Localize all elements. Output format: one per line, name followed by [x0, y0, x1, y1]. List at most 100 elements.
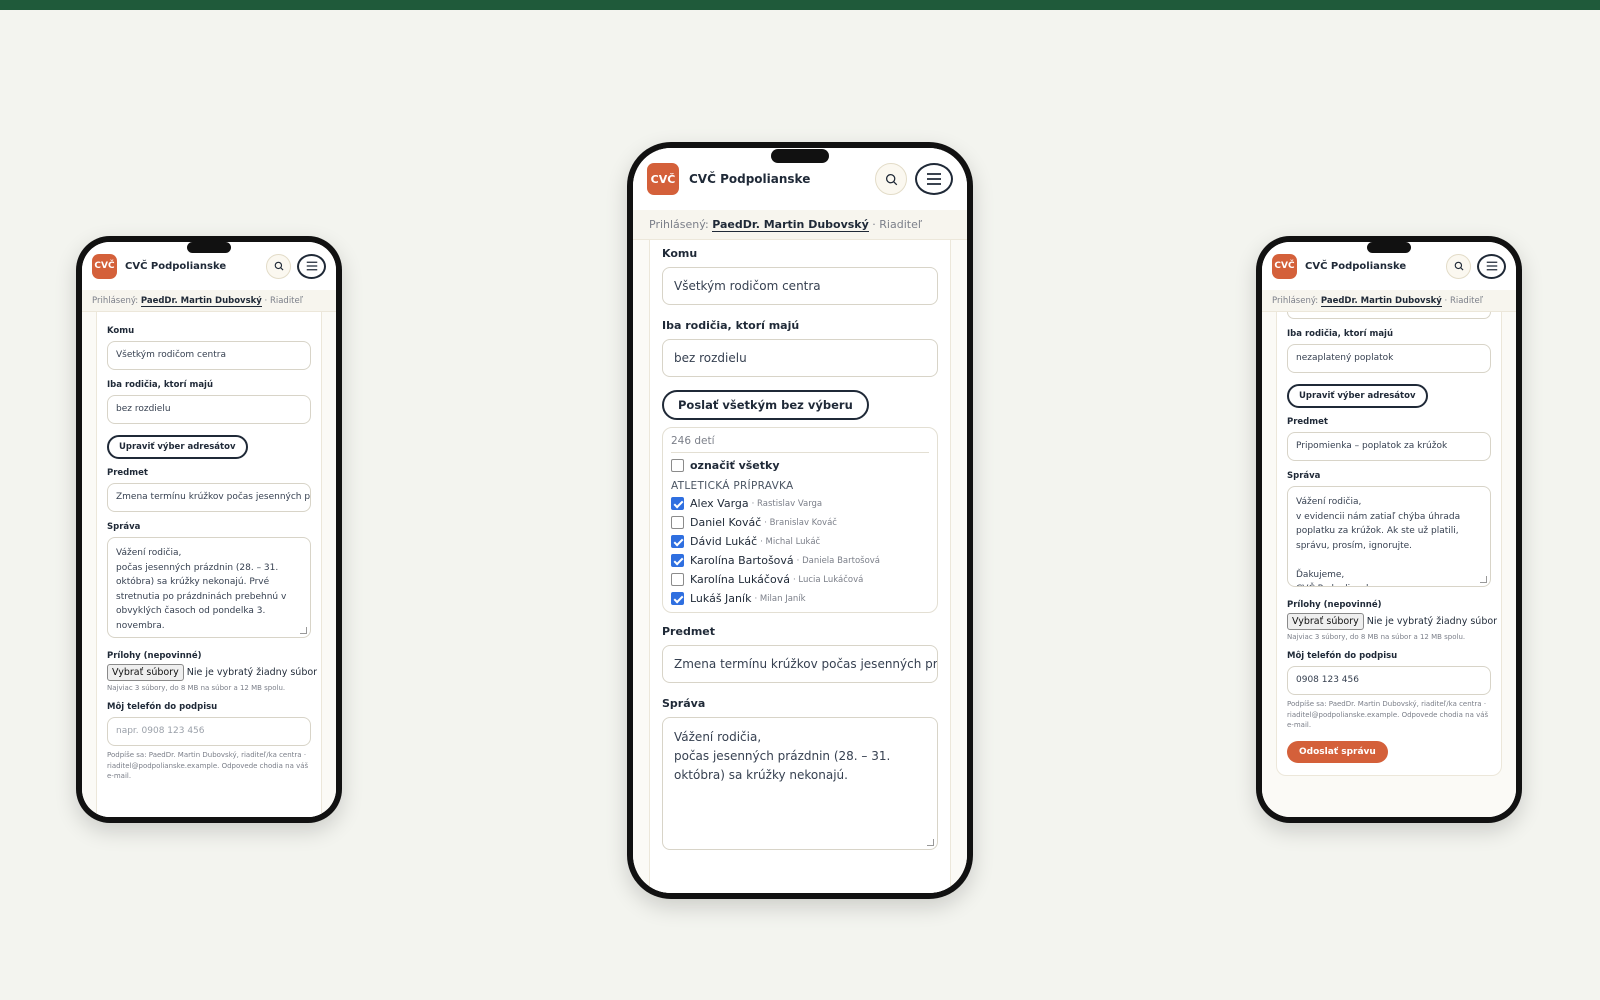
file-status: Nie je vybratý žiadny súbor	[186, 667, 318, 678]
child-checkbox[interactable]	[671, 516, 684, 529]
subject-input[interactable]: Zmena termínu krúžkov počas jesenných pr…	[662, 645, 938, 683]
child-name: Lukáš Janík	[690, 592, 752, 605]
group-title: ATLETICKÁ PRÍPRAVKA	[671, 480, 794, 492]
app-name: CVČ Podpolianske	[1305, 260, 1407, 272]
child-checkbox[interactable]	[671, 573, 684, 586]
login-bar: Prihlásený: PaedDr. Martin Dubovský · Ri…	[633, 210, 967, 240]
komu-select[interactable]	[1287, 312, 1491, 319]
filter-select[interactable]: bez rozdielu	[107, 395, 311, 424]
message-textarea[interactable]: Vážení rodičia, počas jesenných prázdnin…	[662, 717, 938, 850]
parent-name: · Daniela Bartošová	[796, 555, 881, 566]
choose-files-button[interactable]: Vybrať súbory	[1287, 613, 1364, 630]
menu-button[interactable]	[915, 163, 953, 195]
child-row[interactable]: Alex Varga · Rastislav Varga	[671, 494, 929, 513]
login-prefix: Prihlásený:	[649, 218, 709, 231]
login-user-link[interactable]: PaedDr. Martin Dubovský	[712, 218, 869, 232]
search-button[interactable]	[1446, 253, 1471, 279]
parent-name: · Milan Janík	[754, 593, 806, 604]
child-name: Karolína Bartošová	[690, 554, 794, 567]
menu-button[interactable]	[297, 253, 326, 279]
signature-hint: Podpíše sa: PaedDr. Martin Dubovský, ria…	[107, 751, 309, 780]
children-count: 246 detí	[671, 433, 929, 453]
form-scroll-area[interactable]: Iba rodičia, ktorí majú nezaplatený popl…	[1262, 312, 1516, 817]
child-row[interactable]: Karolína Lukáčová · Lucia Lukáčová	[671, 570, 929, 589]
message-form-card: Komu Všetkým rodičom centra Iba rodičia,…	[649, 240, 951, 893]
message-label: Správa	[662, 697, 706, 710]
phone-label: Môj telefón do podpisu	[107, 702, 218, 712]
choose-files-button[interactable]: Vybrať súbory	[107, 664, 184, 681]
select-all-checkbox[interactable]	[671, 459, 684, 472]
form-scroll-area[interactable]: Komu Všetkým rodičom centra Iba rodičia,…	[82, 312, 336, 817]
search-icon	[274, 261, 283, 271]
message-label: Správa	[1287, 471, 1321, 481]
search-icon	[1454, 261, 1463, 271]
file-status: Nie je vybratý žiadny súbor	[1366, 616, 1498, 627]
dynamic-island	[771, 149, 829, 163]
message-label: Správa	[107, 522, 141, 532]
message-textarea[interactable]: Vážení rodičia, v evidencii nám zatiaľ c…	[1287, 486, 1491, 587]
login-user-link[interactable]: PaedDr. Martin Dubovský	[1320, 296, 1442, 307]
menu-button[interactable]	[1477, 253, 1506, 279]
child-checkbox[interactable]	[671, 497, 684, 510]
phone-center: CVČ CVČ Podpolianske Prihlásený: PaedDr.…	[627, 142, 973, 899]
child-checkbox[interactable]	[671, 554, 684, 567]
child-name: Alex Varga	[690, 497, 749, 510]
app-logo[interactable]: CVČ	[1272, 253, 1297, 279]
recipient-list[interactable]: 246 detí označiť všetky ATLETICKÁ PRÍPRA…	[662, 427, 938, 613]
message-form-card: Iba rodičia, ktorí majú nezaplatený popl…	[1276, 312, 1502, 776]
login-role: · Riaditeľ	[1444, 296, 1483, 306]
app-logo[interactable]: CVČ	[92, 253, 117, 279]
app-name: CVČ Podpolianske	[689, 172, 811, 186]
komu-label: Komu	[662, 247, 698, 260]
children-list: Alex Varga · Rastislav Varga Daniel Ková…	[671, 494, 929, 608]
attachments-label: Prílohy (nepovinné)	[1287, 600, 1382, 610]
child-row[interactable]: Lukáš Janík · Milan Janík	[671, 589, 929, 608]
subject-label: Predmet	[1287, 417, 1328, 427]
form-scroll-area[interactable]: Komu Všetkým rodičom centra Iba rodičia,…	[633, 240, 967, 893]
select-all-label: označiť všetky	[690, 459, 780, 472]
login-role: · Riaditeľ	[872, 218, 922, 231]
search-icon	[885, 173, 897, 185]
edit-recipients-button[interactable]: Upraviť výber adresátov	[1287, 384, 1428, 408]
parent-name: · Rastislav Varga	[751, 498, 823, 509]
phone-input[interactable]: 0908 123 456	[1287, 666, 1491, 695]
phone-input[interactable]: napr. 0908 123 456	[107, 717, 311, 746]
hamburger-icon	[1486, 261, 1497, 271]
child-name: Daniel Kováč	[690, 516, 762, 529]
edit-recipients-button[interactable]: Upraviť výber adresátov	[107, 435, 248, 459]
child-checkbox[interactable]	[671, 592, 684, 605]
app-logo[interactable]: CVČ	[647, 163, 679, 195]
message-textarea[interactable]: Vážení rodičia, počas jesenných prázdnin…	[107, 537, 311, 638]
file-input[interactable]: Vybrať súbory Nie je vybratý žiadny súbo…	[1287, 613, 1497, 630]
filter-label: Iba rodičia, ktorí majú	[1287, 329, 1394, 339]
subject-input[interactable]: Pripomienka – poplatok za krúžok	[1287, 432, 1491, 461]
child-name: Karolína Lukáčová	[690, 573, 790, 586]
subject-input[interactable]: Zmena termínu krúžkov počas jesenných pr…	[107, 483, 311, 512]
child-row[interactable]: Karolína Bartošová · Daniela Bartošová	[671, 551, 929, 570]
filter-select[interactable]: bez rozdielu	[662, 339, 938, 377]
select-all-row[interactable]: označiť všetky	[671, 459, 929, 472]
file-input[interactable]: Vybrať súbory Nie je vybratý žiadny súbo…	[107, 664, 317, 681]
child-row[interactable]: Dávid Lukáč · Michal Lukáč	[671, 532, 929, 551]
komu-select[interactable]: Všetkým rodičom centra	[107, 341, 311, 370]
child-name: Dávid Lukáč	[690, 535, 758, 548]
top-accent-bar	[0, 0, 1600, 10]
message-form-card: Komu Všetkým rodičom centra Iba rodičia,…	[96, 312, 322, 817]
dynamic-island	[1367, 242, 1411, 253]
komu-label: Komu	[107, 326, 135, 336]
search-button[interactable]	[875, 163, 907, 195]
search-button[interactable]	[266, 253, 291, 279]
send-all-button[interactable]: Poslať všetkým bez výberu	[662, 390, 869, 420]
child-checkbox[interactable]	[671, 535, 684, 548]
send-message-button[interactable]: Odoslať správu	[1287, 740, 1388, 763]
subject-label: Predmet	[107, 468, 148, 478]
subject-label: Predmet	[662, 625, 716, 638]
login-user-link[interactable]: PaedDr. Martin Dubovský	[140, 296, 262, 307]
phone-left: CVČ CVČ Podpolianske Prihlásený: PaedDr.…	[76, 236, 342, 823]
phone-left-screen: CVČ CVČ Podpolianske Prihlásený: PaedDr.…	[82, 242, 336, 817]
login-bar: Prihlásený: PaedDr. Martin Dubovský · Ri…	[82, 290, 336, 312]
filter-select[interactable]: nezaplatený poplatok	[1287, 344, 1491, 373]
komu-select[interactable]: Všetkým rodičom centra	[662, 267, 938, 305]
parent-name: · Michal Lukáč	[760, 536, 821, 547]
child-row[interactable]: Daniel Kováč · Branislav Kováč	[671, 513, 929, 532]
